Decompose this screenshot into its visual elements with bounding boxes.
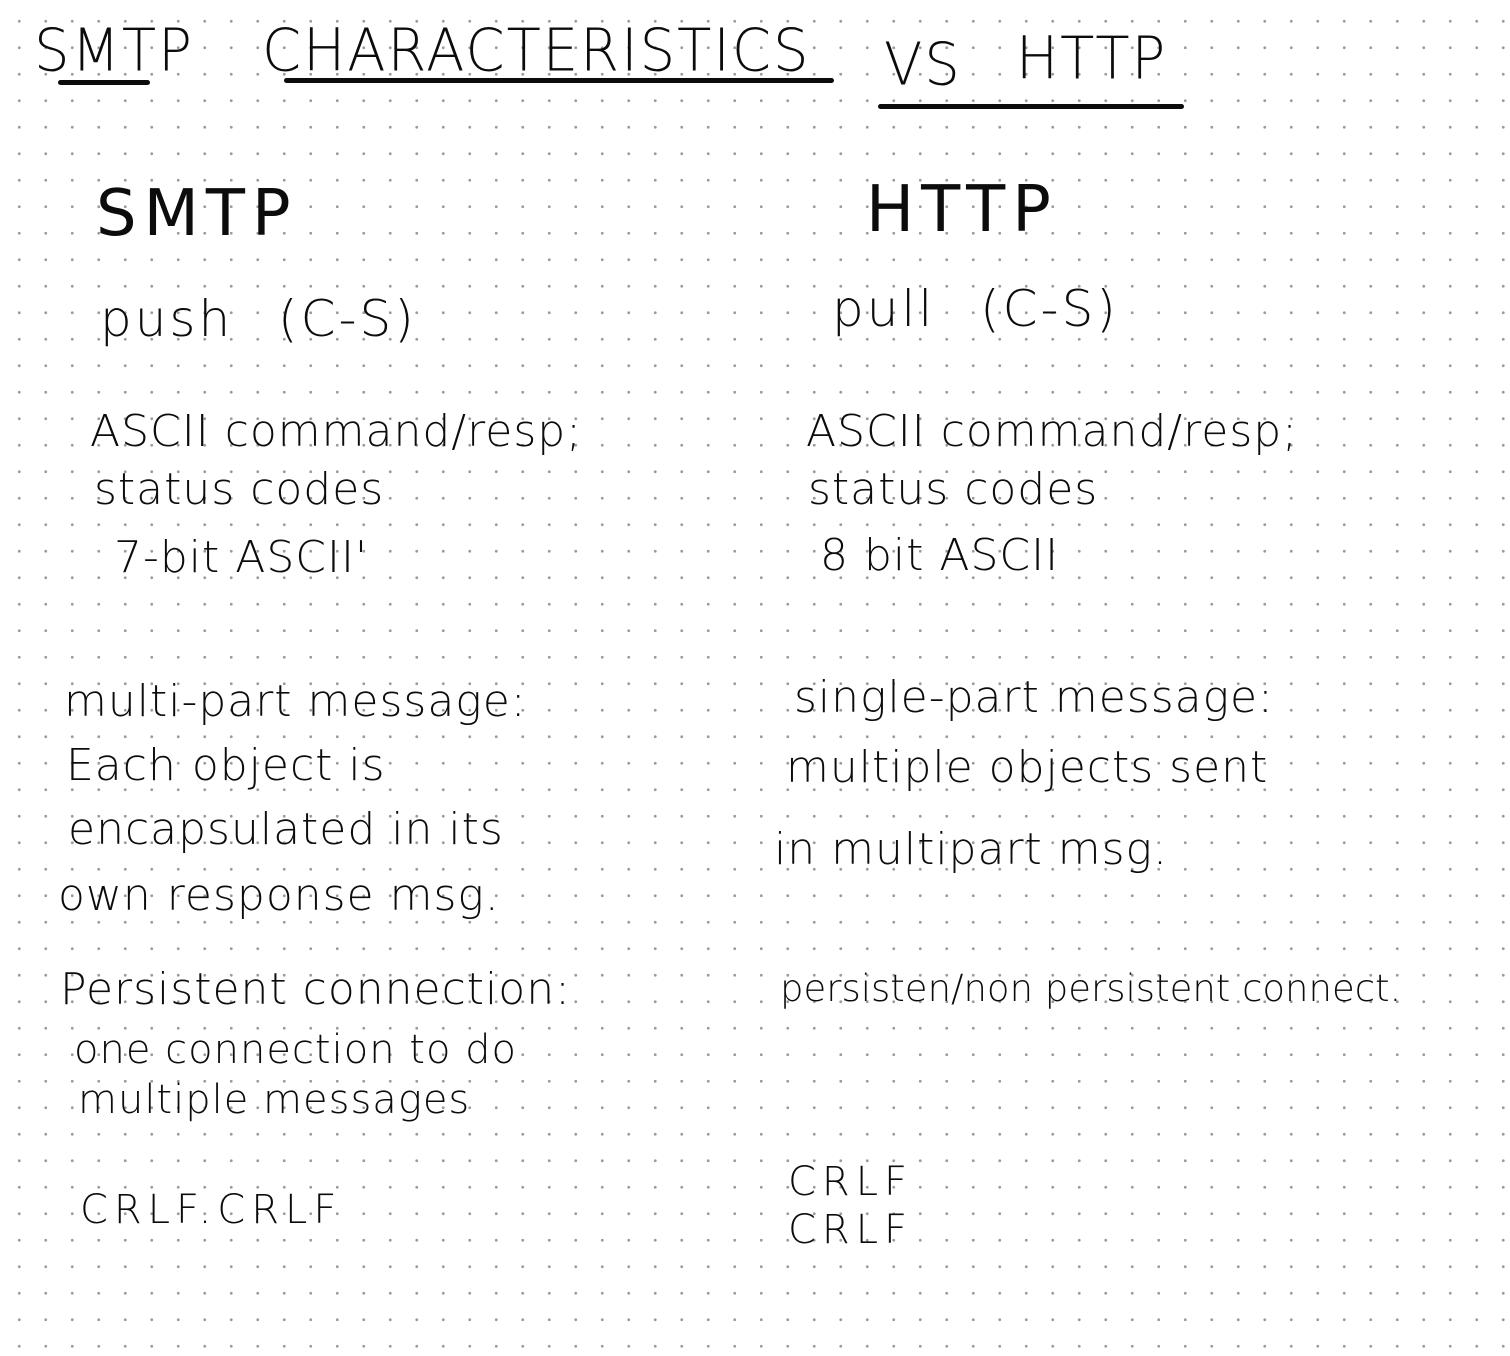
title-vs-http-underline <box>878 104 1184 109</box>
smtp-terminator: CRLF.CRLF <box>80 1187 343 1233</box>
title-characteristics: CHARACTERISTICS <box>262 16 811 85</box>
title-characteristics-underline <box>284 78 834 83</box>
smtp-heading: SMTP <box>96 177 298 251</box>
smtp-message-line2: Each object is <box>66 740 386 791</box>
smtp-connection-line3: multiple messages <box>78 1077 471 1123</box>
smtp-message-line4: own response msg. <box>58 870 500 921</box>
smtp-connection-line2: one connection to do <box>74 1027 517 1073</box>
smtp-connection-line1: Persistent connection: <box>60 964 571 1015</box>
title-smtp-underline <box>58 80 150 85</box>
smtp-message-line1: multi-part message: <box>64 676 527 727</box>
http-message-line3: in multipart msg. <box>774 824 1168 875</box>
smtp-mode: push (C-S) <box>100 290 417 348</box>
smtp-encoding: 7-bit ASCII' <box>114 532 369 583</box>
http-terminator-line1: CRLF <box>788 1159 914 1205</box>
http-terminator-line2: CRLF <box>788 1207 914 1253</box>
smtp-format-line1: ASCII command/resp; <box>90 406 582 457</box>
http-mode: pull (C-S) <box>832 280 1119 338</box>
title-http: HTTP <box>1016 24 1168 93</box>
http-format-line2: status codes <box>808 464 1099 515</box>
title-smtp: SMTP <box>34 16 194 85</box>
http-encoding: 8 bit ASCII <box>820 530 1060 581</box>
http-message-line2: multiple objects sent <box>786 742 1269 793</box>
smtp-format-line2: status codes <box>94 464 385 515</box>
title-vs: VS <box>884 30 962 99</box>
http-heading: HTTP <box>866 173 1058 247</box>
smtp-message-line3: encapsulated in its <box>68 804 504 855</box>
http-connection-line1: persisten/non persistent connect. <box>780 967 1402 1010</box>
http-message-line1: single-part message: <box>794 672 1274 723</box>
http-format-line1: ASCII command/resp; <box>806 406 1298 457</box>
